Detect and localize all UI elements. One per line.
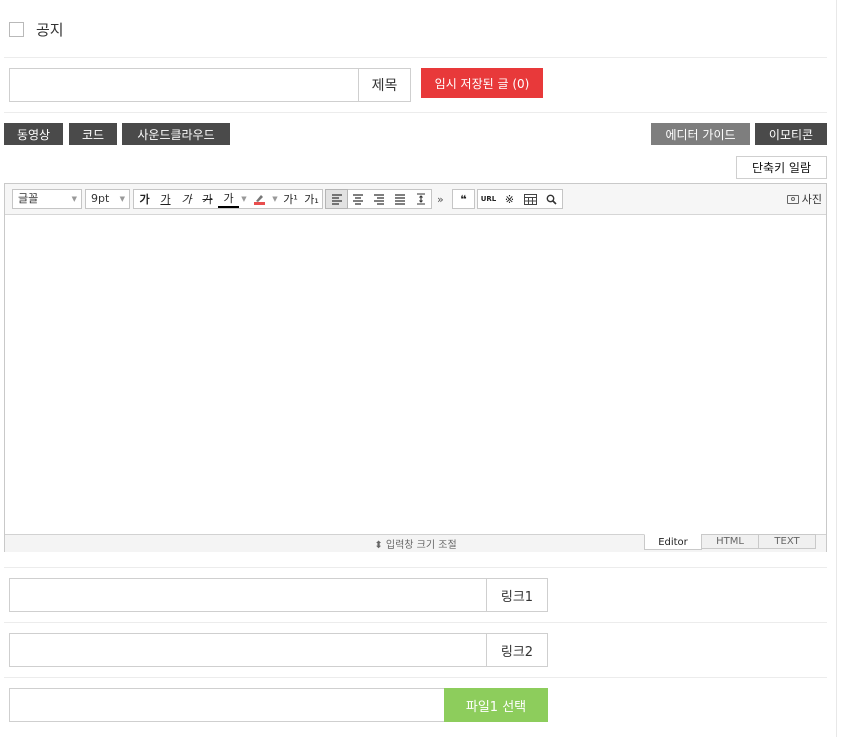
camera-icon: [786, 194, 799, 204]
divider: [4, 622, 827, 623]
divider: [4, 677, 827, 678]
line-height-button[interactable]: [410, 190, 431, 208]
shortcut-list-button[interactable]: 단축키 일람: [736, 156, 827, 179]
quote-group: ❝: [452, 189, 475, 209]
find-button[interactable]: [541, 190, 562, 208]
special-char-button[interactable]: ※: [499, 190, 520, 208]
line-height-icon: [416, 193, 425, 205]
file1-select-button[interactable]: 파일1 선택: [444, 688, 548, 722]
font-color-button[interactable]: 가: [218, 190, 239, 208]
align-justify-icon: [394, 193, 405, 205]
align-right-button[interactable]: [368, 190, 389, 208]
chevron-down-icon[interactable]: ▼: [239, 190, 249, 208]
resize-label: 입력창 크기 조절: [385, 540, 457, 551]
font-family-value: 글꼴: [18, 192, 39, 205]
code-button[interactable]: 코드: [69, 123, 117, 145]
link-button[interactable]: URL: [478, 190, 499, 208]
align-left-button[interactable]: [325, 189, 348, 209]
editor-guide-button[interactable]: 에디터 가이드: [651, 123, 750, 145]
divider: [4, 112, 827, 113]
scrollbar-track[interactable]: [836, 0, 837, 737]
link2-input[interactable]: [9, 633, 486, 667]
file1-row: 파일1 선택: [9, 688, 548, 722]
tab-text[interactable]: TEXT: [758, 534, 816, 549]
font-family-select[interactable]: 글꼴 ▼: [12, 189, 82, 209]
strikethrough-button[interactable]: 가: [197, 190, 218, 208]
photo-label: 사진: [801, 193, 822, 206]
underline-button[interactable]: 가: [155, 190, 176, 208]
editor-mode-tabs: Editor HTML TEXT: [644, 534, 816, 550]
title-row: 제목: [9, 68, 411, 102]
search-icon: [546, 194, 557, 205]
chevron-down-icon: ▼: [119, 195, 125, 203]
editor-content-area[interactable]: [5, 215, 826, 535]
editor-bottom-bar: ⬍ 입력창 크기 조절 Editor HTML TEXT: [5, 534, 826, 552]
align-center-icon: [352, 193, 363, 205]
blockquote-button[interactable]: ❝: [453, 190, 474, 208]
rich-text-editor: 글꼴 ▼ 9pt ▼ 가 가 가 가 가 ▼ ▼ 가¹ 가₁ » ❝ URL ※…: [4, 183, 827, 552]
subscript-button[interactable]: 가₁: [301, 190, 322, 208]
link2-row: 링크2: [9, 633, 548, 667]
highlight-button[interactable]: [249, 190, 270, 208]
editor-toolbar: 글꼴 ▼ 9pt ▼ 가 가 가 가 가 ▼ ▼ 가¹ 가₁ » ❝ URL ※…: [5, 184, 826, 215]
notice-checkbox[interactable]: [9, 21, 24, 37]
tab-html[interactable]: HTML: [701, 534, 759, 549]
divider: [4, 567, 827, 568]
link1-label: 링크1: [486, 578, 548, 612]
superscript-button[interactable]: 가¹: [280, 190, 301, 208]
align-justify-button[interactable]: [389, 190, 410, 208]
font-size-select[interactable]: 9pt ▼: [85, 189, 130, 209]
table-button[interactable]: [520, 190, 541, 208]
photo-upload-button[interactable]: 사진: [786, 189, 822, 209]
chevron-down-icon[interactable]: ▼: [270, 190, 280, 208]
soundcloud-button[interactable]: 사운드클라우드: [122, 123, 230, 145]
font-size-value: 9pt: [91, 192, 110, 205]
link1-row: 링크1: [9, 578, 548, 612]
link2-label: 링크2: [486, 633, 548, 667]
highlighter-icon: [254, 194, 265, 205]
notice-label: 공지: [36, 20, 64, 39]
alignment-group: [325, 189, 432, 209]
align-left-icon: [331, 193, 342, 205]
divider: [4, 57, 827, 58]
align-right-icon: [373, 193, 384, 205]
text-format-group: 가 가 가 가 가 ▼ ▼ 가¹ 가₁: [133, 189, 323, 209]
insert-group: URL ※: [477, 189, 563, 209]
title-input[interactable]: [9, 68, 358, 102]
draft-posts-button[interactable]: 임시 저장된 글 (0): [421, 68, 543, 98]
video-button[interactable]: 동영상: [4, 123, 63, 145]
title-label: 제목: [358, 68, 411, 102]
tab-editor[interactable]: Editor: [644, 534, 702, 550]
link1-input[interactable]: [9, 578, 486, 612]
chevron-down-icon: ▼: [71, 195, 77, 203]
file1-path-input[interactable]: [9, 688, 444, 722]
more-tools-button[interactable]: »: [437, 189, 444, 209]
align-center-button[interactable]: [347, 190, 368, 208]
resize-arrows-icon: ⬍: [374, 540, 383, 551]
italic-button[interactable]: 가: [176, 190, 197, 208]
notice-option[interactable]: 공지: [9, 18, 64, 40]
bold-button[interactable]: 가: [134, 190, 155, 208]
table-icon: [524, 193, 537, 205]
emoticon-button[interactable]: 이모티콘: [755, 123, 827, 145]
